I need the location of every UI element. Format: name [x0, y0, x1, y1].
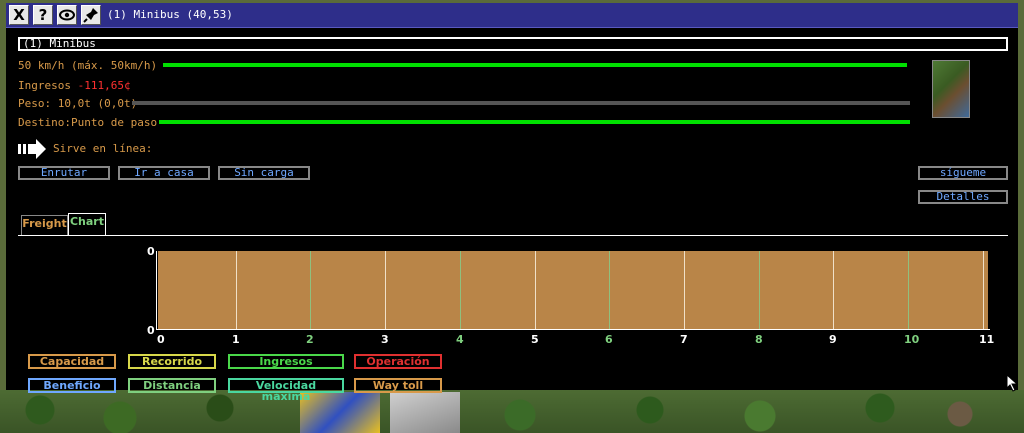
tab-freight[interactable]: Freight [21, 215, 68, 235]
chart-gridline-4 [460, 251, 461, 329]
chart-x-axis [156, 329, 990, 330]
chart-gridline-1 [236, 251, 237, 329]
map-building-gray [390, 392, 460, 433]
speed-bar [163, 63, 907, 67]
chart-y-axis [156, 251, 157, 330]
tab-underline [18, 235, 1008, 236]
vehicle-name-field[interactable]: (1) Minibus [18, 37, 1008, 51]
legend-toggle-beneficio[interactable]: Beneficio [28, 378, 116, 393]
map-terrain [0, 390, 1024, 433]
help-icon[interactable]: ? [33, 5, 53, 25]
follow-button[interactable]: sígueme [918, 166, 1008, 180]
income-caption: Ingresos [18, 79, 71, 92]
map-building-stack [300, 392, 380, 433]
vehicle-thumbnail[interactable] [932, 60, 970, 118]
x-tick-label: 5 [531, 333, 539, 346]
x-tick-label: 2 [306, 333, 314, 346]
close-icon[interactable]: X [9, 5, 29, 25]
x-tick-label: 6 [605, 333, 613, 346]
x-tick-label: 10 [904, 333, 920, 346]
x-tick-label: 3 [381, 333, 389, 346]
chart-gridline-11 [983, 251, 984, 329]
weight-label: Peso: 10,0t (0,0t) [18, 97, 138, 110]
legend-toggle-velocidad-m-xima[interactable]: Velocidad máxima [228, 378, 344, 402]
eye-icon[interactable] [57, 5, 77, 25]
legend-toggle-capacidad[interactable]: Capacidad [28, 354, 116, 369]
x-tick-label: 8 [755, 333, 763, 346]
destination-label: Destino:Punto de paso [18, 116, 158, 129]
speed-label: 50 km/h (máx. 50km/h) [18, 59, 158, 72]
chart-plot-area [158, 251, 988, 329]
tab-chart[interactable]: Chart [68, 213, 106, 235]
legend-toggle-way-toll[interactable]: Way toll [354, 378, 442, 393]
chart-gridline-7 [684, 251, 685, 329]
chart-gridline-8 [759, 251, 760, 329]
legend-toggle-operaci-n[interactable]: Operación [354, 354, 442, 369]
mouse-cursor-icon [1006, 374, 1019, 392]
legend-toggle-recorrido[interactable]: Recorrido [128, 354, 216, 369]
x-tick-label: 9 [829, 333, 837, 346]
y-tick-label-bottom: 0 [147, 324, 155, 337]
destination-bar [159, 120, 910, 124]
income-label: Ingresos -111,65¢ [18, 79, 131, 92]
no-load-button[interactable]: Sin carga [218, 166, 310, 180]
x-tick-label: 11 [979, 333, 995, 346]
x-tick-label: 1 [232, 333, 240, 346]
legend-toggle-distancia[interactable]: Distancia [128, 378, 216, 393]
legend-toggle-ingresos[interactable]: Ingresos [228, 354, 344, 369]
pin-icon[interactable] [81, 5, 101, 25]
chart-gridline-10 [908, 251, 909, 329]
details-button[interactable]: Detalles [918, 190, 1008, 204]
route-button[interactable]: Enrutar [18, 166, 110, 180]
x-tick-label: 0 [157, 333, 165, 346]
vehicle-window: X ? (1) Minibus (40,53) (1) Minibus 50 k… [6, 3, 1018, 402]
weight-bar [132, 101, 910, 105]
chart-gridline-5 [535, 251, 536, 329]
line-arrow-icon [18, 139, 46, 159]
window-title: (1) Minibus (40,53) [107, 8, 233, 21]
chart-gridline-3 [385, 251, 386, 329]
serves-line-label: Sirve en línea: [53, 142, 153, 155]
income-value: -111,65¢ [77, 79, 131, 92]
chart-gridline-9 [833, 251, 834, 329]
go-home-button[interactable]: Ir a casa [118, 166, 210, 180]
window-titlebar[interactable]: X ? (1) Minibus (40,53) [6, 3, 1018, 28]
chart-gridline-6 [609, 251, 610, 329]
x-tick-label: 7 [680, 333, 688, 346]
x-tick-label: 4 [456, 333, 464, 346]
chart-gridline-2 [310, 251, 311, 329]
y-tick-label-top: 0 [147, 245, 155, 258]
